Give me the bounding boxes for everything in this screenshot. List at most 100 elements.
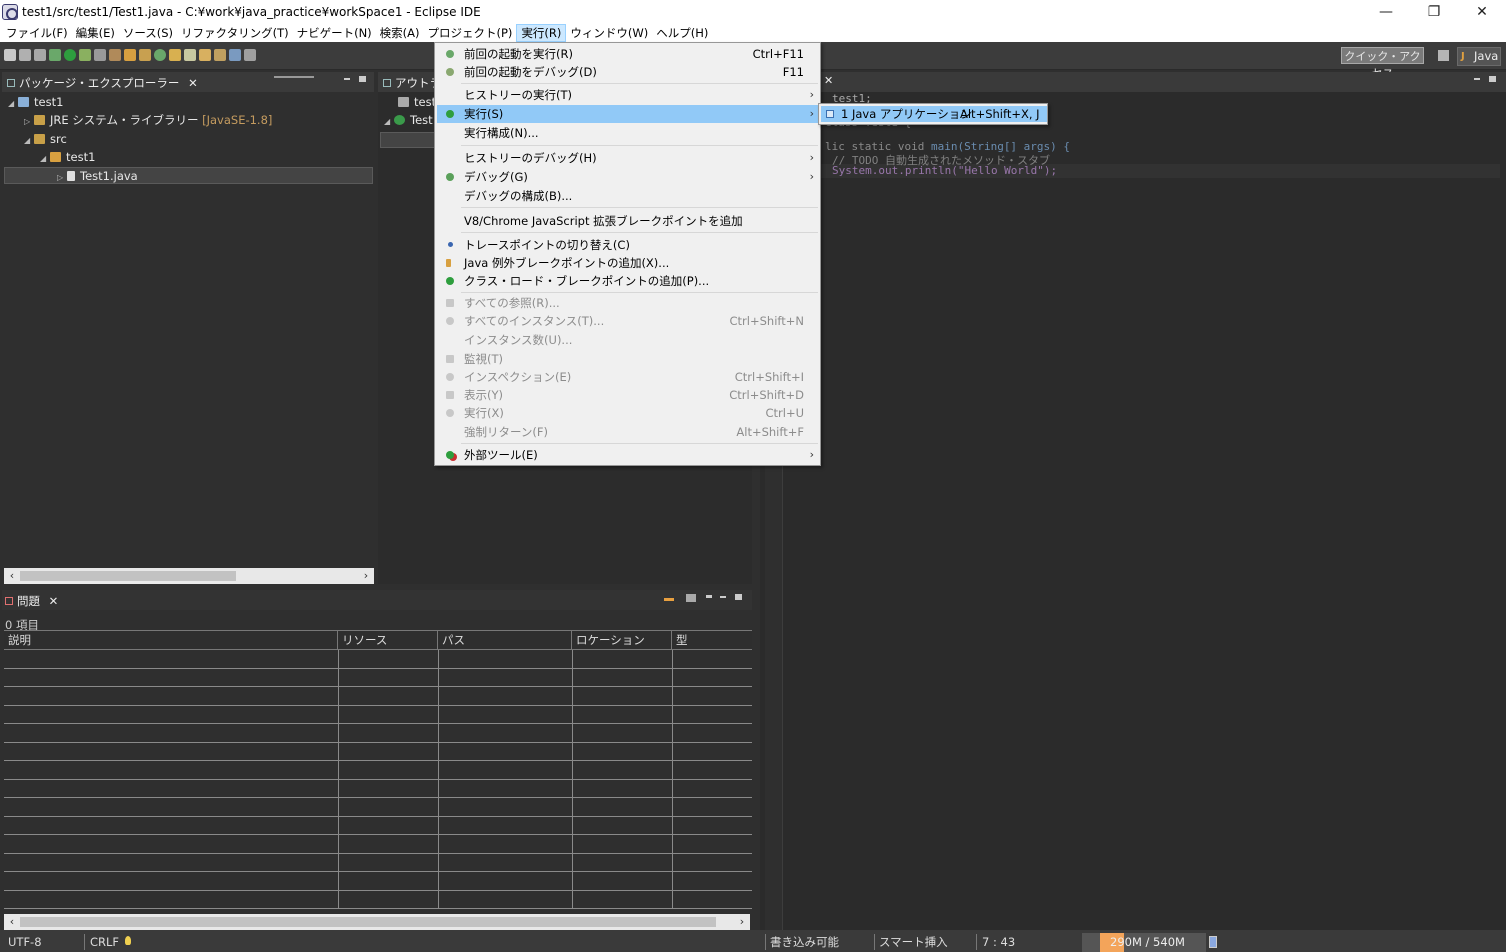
toggle-breadcrumb-icon[interactable]: [229, 49, 241, 61]
table-row[interactable]: [4, 780, 752, 798]
expand-arrow-icon[interactable]: ◢: [40, 150, 50, 167]
menu-add-js-breakpoint[interactable]: V8/Chrome JavaScript 拡張ブレークポイントを追加: [437, 212, 820, 230]
maximize-view-icon[interactable]: [359, 76, 366, 82]
maximize-view-icon[interactable]: [735, 594, 742, 600]
menu-run-as[interactable]: 実行(S) ›: [437, 105, 820, 123]
menu-run-configurations[interactable]: 実行構成(N)...: [437, 124, 820, 142]
minimize-button[interactable]: —: [1362, 0, 1410, 24]
maximize-view-icon[interactable]: [1489, 76, 1496, 82]
table-row[interactable]: [4, 872, 752, 891]
menu-run[interactable]: 実行(R): [516, 24, 567, 42]
expand-arrow-icon[interactable]: ◢: [24, 132, 34, 149]
new-package-icon[interactable]: [139, 49, 151, 61]
external-tools-icon[interactable]: [109, 49, 121, 61]
table-row[interactable]: [4, 835, 752, 854]
save-all-icon[interactable]: [34, 49, 46, 61]
menu-window[interactable]: ウィンドウ(W): [566, 24, 652, 42]
menu-navigate[interactable]: ナビゲート(N): [293, 24, 376, 42]
close-window-button[interactable]: ✕: [1458, 0, 1506, 24]
editor-close-icon[interactable]: ✕: [824, 74, 833, 87]
menu-force-return[interactable]: 強制リターン(F) Alt+Shift+F: [437, 423, 820, 441]
menu-edit[interactable]: 編集(E): [72, 24, 119, 42]
filter-icon[interactable]: [686, 594, 696, 602]
menu-toggle-tracepoint[interactable]: トレースポイントの切り替え(C): [437, 236, 820, 254]
menu-project[interactable]: プロジェクト(P): [424, 24, 517, 42]
tree-package[interactable]: ◢ test1: [40, 149, 95, 166]
menu-watch[interactable]: 監視(T): [437, 350, 820, 368]
open-type-icon[interactable]: [169, 49, 181, 61]
menu-debug-last[interactable]: 前回の起動をデバッグ(D) F11: [437, 63, 820, 81]
scroll-thumb[interactable]: [20, 917, 716, 927]
mark-occurrences-icon[interactable]: [214, 49, 226, 61]
menu-all-references[interactable]: すべての参照(R)...: [437, 294, 820, 312]
scroll-left-icon[interactable]: ‹: [4, 568, 20, 584]
new-java-project-icon[interactable]: [124, 49, 136, 61]
outline-class[interactable]: ◢ Test: [384, 112, 433, 129]
menu-debug-configurations[interactable]: デバッグの構成(B)...: [437, 187, 820, 205]
package-explorer-scrollbar[interactable]: ‹ ›: [4, 568, 374, 584]
menu-source[interactable]: ソース(S): [119, 24, 177, 42]
table-row[interactable]: [4, 761, 752, 780]
stop-icon[interactable]: [94, 49, 106, 61]
close-icon[interactable]: ✕: [49, 594, 59, 608]
menu-instance-count[interactable]: インスタンス数(U)...: [437, 331, 820, 349]
tree-jre[interactable]: ▷ JRE システム・ライブラリー [JavaSE-1.8]: [24, 112, 272, 129]
table-row[interactable]: [4, 854, 752, 872]
run-icon[interactable]: [64, 49, 76, 61]
collapsed-arrow-icon[interactable]: ▷: [57, 169, 67, 186]
save-icon[interactable]: [19, 49, 31, 61]
collapsed-arrow-icon[interactable]: ▷: [24, 113, 34, 130]
run-as-java-application[interactable]: 1 Java アプリケーション Alt+Shift+X, J: [821, 106, 1047, 122]
menu-debug-as[interactable]: デバッグ(G) ›: [437, 168, 820, 186]
run-gc-icon[interactable]: [1209, 936, 1217, 948]
menu-execute[interactable]: 実行(X) Ctrl+U: [437, 404, 820, 422]
debug-icon[interactable]: [49, 49, 61, 61]
expand-arrow-icon[interactable]: ◢: [384, 113, 394, 130]
expand-arrow-icon[interactable]: ◢: [8, 95, 18, 112]
tree-project[interactable]: ◢ test1: [8, 94, 63, 111]
problems-tab[interactable]: 問題 ✕: [2, 592, 64, 610]
table-row[interactable]: [4, 669, 752, 687]
menu-search[interactable]: 検索(A): [376, 24, 424, 42]
restore-button[interactable]: ❐: [1410, 0, 1458, 24]
table-row[interactable]: [4, 817, 752, 835]
heap-status[interactable]: 290M / 540M: [1082, 933, 1206, 952]
menu-add-class-load-breakpoint[interactable]: クラス・ロード・ブレークポイントの追加(P)...: [437, 272, 820, 290]
view-menu-icon[interactable]: [706, 595, 712, 599]
minimize-view-icon[interactable]: [344, 78, 350, 80]
lightbulb-icon[interactable]: [125, 936, 131, 945]
menu-refactor[interactable]: リファクタリング(T): [177, 24, 293, 42]
pin-editor-icon[interactable]: [244, 49, 256, 61]
menu-run-history[interactable]: ヒストリーの実行(T) ›: [437, 86, 820, 104]
scroll-right-icon[interactable]: ›: [358, 568, 374, 584]
menu-run-last[interactable]: 前回の起動を実行(R) Ctrl+F11: [437, 45, 820, 63]
package-explorer-tab[interactable]: パッケージ・エクスプローラー ✕: [4, 74, 204, 92]
menu-inspect[interactable]: インスペクション(E) Ctrl+Shift+I: [437, 368, 820, 386]
scroll-right-icon[interactable]: ›: [734, 914, 750, 930]
close-icon[interactable]: ✕: [188, 76, 198, 90]
menu-help[interactable]: ヘルプ(H): [652, 24, 712, 42]
column-resource[interactable]: リソース: [338, 631, 438, 650]
focus-icon[interactable]: [664, 598, 674, 601]
table-row[interactable]: [4, 650, 752, 669]
menu-debug-history[interactable]: ヒストリーのデバッグ(H) ›: [437, 149, 820, 167]
tree-src[interactable]: ◢ src: [24, 131, 67, 148]
problems-table[interactable]: 説明 リソース パス ロケーション 型: [4, 630, 752, 909]
open-task-icon[interactable]: [199, 49, 211, 61]
menu-display[interactable]: 表示(Y) Ctrl+Shift+D: [437, 386, 820, 404]
minimize-view-icon[interactable]: [1474, 78, 1480, 80]
menu-external-tools[interactable]: 外部ツール(E) ›: [437, 446, 820, 464]
column-location[interactable]: ロケーション: [572, 631, 672, 650]
tree-file[interactable]: ▷ Test1.java: [4, 167, 373, 184]
open-perspective-icon[interactable]: [1438, 50, 1449, 61]
code-line-println[interactable]: System.out.println("Hello World");: [832, 164, 1057, 177]
coverage-icon[interactable]: [79, 49, 91, 61]
column-path[interactable]: パス: [438, 631, 572, 650]
menu-all-instances[interactable]: すべてのインスタンス(T)... Ctrl+Shift+N: [437, 312, 820, 330]
outline-package[interactable]: test: [398, 94, 436, 111]
column-type[interactable]: 型: [672, 631, 752, 650]
table-row[interactable]: [4, 687, 752, 706]
new-icon[interactable]: [4, 49, 16, 61]
table-row[interactable]: [4, 724, 752, 743]
editor-area[interactable]: ✕: [760, 72, 1506, 930]
